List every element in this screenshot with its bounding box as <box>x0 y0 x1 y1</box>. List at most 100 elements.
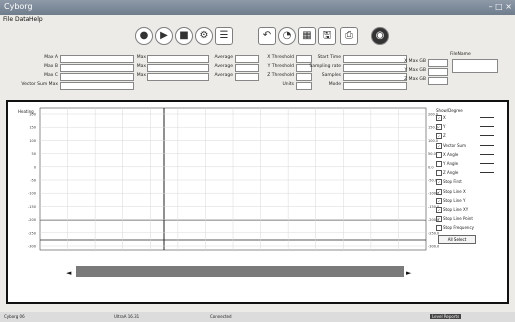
label-samples: Samples <box>321 73 341 78</box>
left-tick-label: 150 <box>29 126 36 130</box>
stats-fields: Max A Max B Max C Vector Sum Max Max Max… <box>0 50 515 96</box>
legend-item[interactable]: ✓ Z <box>436 133 494 140</box>
label-max-b: Max B <box>44 64 58 69</box>
legend-item-label: X Angle <box>443 151 459 157</box>
legend-item[interactable]: ✓ Y <box>436 124 494 131</box>
field-mode[interactable] <box>343 82 407 90</box>
checkbox-checked-icon[interactable]: ✓ <box>436 188 442 195</box>
window-controls[interactable]: – □ × <box>489 2 512 11</box>
menu-help[interactable]: Help <box>29 16 43 23</box>
label-max-c: Max C <box>44 73 58 78</box>
legend-item[interactable]: ✓ Stop Line XY <box>436 207 468 213</box>
legend-item[interactable]: ✓ Stop Line X <box>436 188 466 195</box>
legend-item-label: X <box>443 115 446 120</box>
list-icon[interactable]: ☰ <box>215 27 233 45</box>
checkbox-empty-icon[interactable] <box>436 225 442 232</box>
app-window: Cyborg – □ × File Data Help ● ▶ ■ ⚙ ☰ ↶ … <box>0 0 515 322</box>
checkbox-checked-icon[interactable]: ✓ <box>436 124 442 131</box>
legend-line-swatch <box>480 135 494 137</box>
pie-icon[interactable]: ◔ <box>278 27 296 45</box>
scroll-thumb[interactable] <box>76 266 404 277</box>
settings-icon[interactable]: ⚙ <box>195 27 213 45</box>
label-max1: Max <box>136 55 146 60</box>
legend-item[interactable]: ✓ Vector Sum <box>436 142 494 149</box>
stop-icon[interactable]: ■ <box>175 27 193 45</box>
chart-svg[interactable]: Heating 200150100500-50-100-150-200-250-… <box>8 102 507 302</box>
legend-item[interactable]: ✓ X <box>436 115 494 121</box>
save-icon[interactable]: 🖫 <box>318 27 336 45</box>
label-thr3: Z Threshold <box>267 73 294 78</box>
scroll-left-arrow[interactable]: ◄ <box>66 269 72 277</box>
status-mid: UltraA 16.31 <box>114 314 140 319</box>
label-vector-max: Vector Sum Max <box>21 82 58 87</box>
left-tick-label: 100 <box>29 139 36 143</box>
field-start-time[interactable] <box>343 55 407 63</box>
checkbox-checked-icon[interactable]: ✓ <box>436 207 442 213</box>
field-max-b[interactable] <box>60 64 134 72</box>
field-samples[interactable] <box>343 73 407 81</box>
record-icon[interactable]: ● <box>135 27 153 45</box>
checkbox-empty-icon[interactable] <box>436 170 442 177</box>
label-max3: Max <box>136 73 146 78</box>
legend-item[interactable]: Stop Frequency <box>436 225 474 232</box>
scroll-right-arrow[interactable]: ► <box>406 269 412 277</box>
field-max2[interactable] <box>147 64 209 72</box>
field-max-c[interactable] <box>60 73 134 81</box>
legend-line-swatch <box>480 172 494 174</box>
field-vector-max[interactable] <box>60 82 134 90</box>
title-bar: Cyborg – □ × <box>0 0 515 15</box>
checkbox-empty-icon[interactable] <box>436 151 442 158</box>
legend-item-label: Stop Line XY <box>443 207 469 212</box>
checkbox-checked-icon[interactable]: ✓ <box>436 133 442 140</box>
legend-item-label: Stop Line X <box>443 188 466 194</box>
field-avg3[interactable] <box>235 73 259 81</box>
field-max1[interactable] <box>147 55 209 63</box>
legend-item[interactable]: ✓ Stop First <box>436 179 462 186</box>
checkbox-checked-icon[interactable]: ✓ <box>436 197 442 204</box>
checkbox-checked-icon[interactable]: ✓ <box>436 142 442 149</box>
camera-icon[interactable]: ◉ <box>371 27 389 45</box>
field-max3[interactable] <box>147 73 209 81</box>
label-file-name: FileName <box>450 52 471 57</box>
field-sampling-rate[interactable] <box>343 64 407 72</box>
legend-line-swatch <box>480 117 494 118</box>
left-tick-label: -300 <box>28 245 36 249</box>
checkbox-checked-icon[interactable]: ✓ <box>436 179 442 186</box>
table-icon[interactable]: ▦ <box>298 27 316 45</box>
legend-item[interactable]: X Angle <box>436 151 494 158</box>
legend-item[interactable]: Z Angle <box>436 170 494 177</box>
field-r-max-b[interactable] <box>428 68 448 76</box>
label-start-time: Start Time <box>317 55 341 60</box>
checkbox-empty-icon[interactable] <box>436 161 442 167</box>
field-r-max-c[interactable] <box>428 77 448 85</box>
legend-item-label: Vector Sum <box>443 142 466 148</box>
menu-file[interactable]: File <box>3 16 13 23</box>
field-avg1[interactable] <box>235 55 259 63</box>
legend-title: Show/Degree <box>436 108 463 113</box>
field-max-a[interactable] <box>60 55 134 63</box>
left-tick-label: -150 <box>28 205 36 209</box>
left-tick-label: 50 <box>32 152 36 156</box>
window-title: Cyborg <box>4 2 33 11</box>
label-thr1: X Threshold <box>267 55 294 60</box>
right-tick-label: 50.0 <box>428 152 436 156</box>
play-icon[interactable]: ▶ <box>155 27 173 45</box>
menu-data[interactable]: Data <box>15 16 29 23</box>
legend-item-label: Z <box>443 133 446 139</box>
legend-item-label: Y Angle <box>443 161 459 166</box>
legend-item[interactable]: ✓ Stop Line Point <box>436 216 473 223</box>
print-icon[interactable]: ⎙ <box>340 27 358 45</box>
status-left: Cyborg 06 <box>4 314 25 319</box>
checkbox-checked-icon[interactable]: ✓ <box>436 115 442 121</box>
status-mid2: Connected <box>210 314 232 319</box>
field-avg2[interactable] <box>235 64 259 72</box>
undo-icon[interactable]: ↶ <box>258 27 276 45</box>
legend-item[interactable]: Y Angle <box>436 161 494 167</box>
legend-item[interactable]: ✓ Stop Line Y <box>436 197 465 204</box>
select-all-button[interactable]: All Select <box>438 235 476 244</box>
legend-item-label: Z Angle <box>443 170 459 176</box>
checkbox-checked-icon[interactable]: ✓ <box>436 216 442 223</box>
field-file-name[interactable] <box>452 59 498 73</box>
right-tick-label: 0.0 <box>428 165 434 169</box>
field-r-max-a[interactable] <box>428 59 448 67</box>
